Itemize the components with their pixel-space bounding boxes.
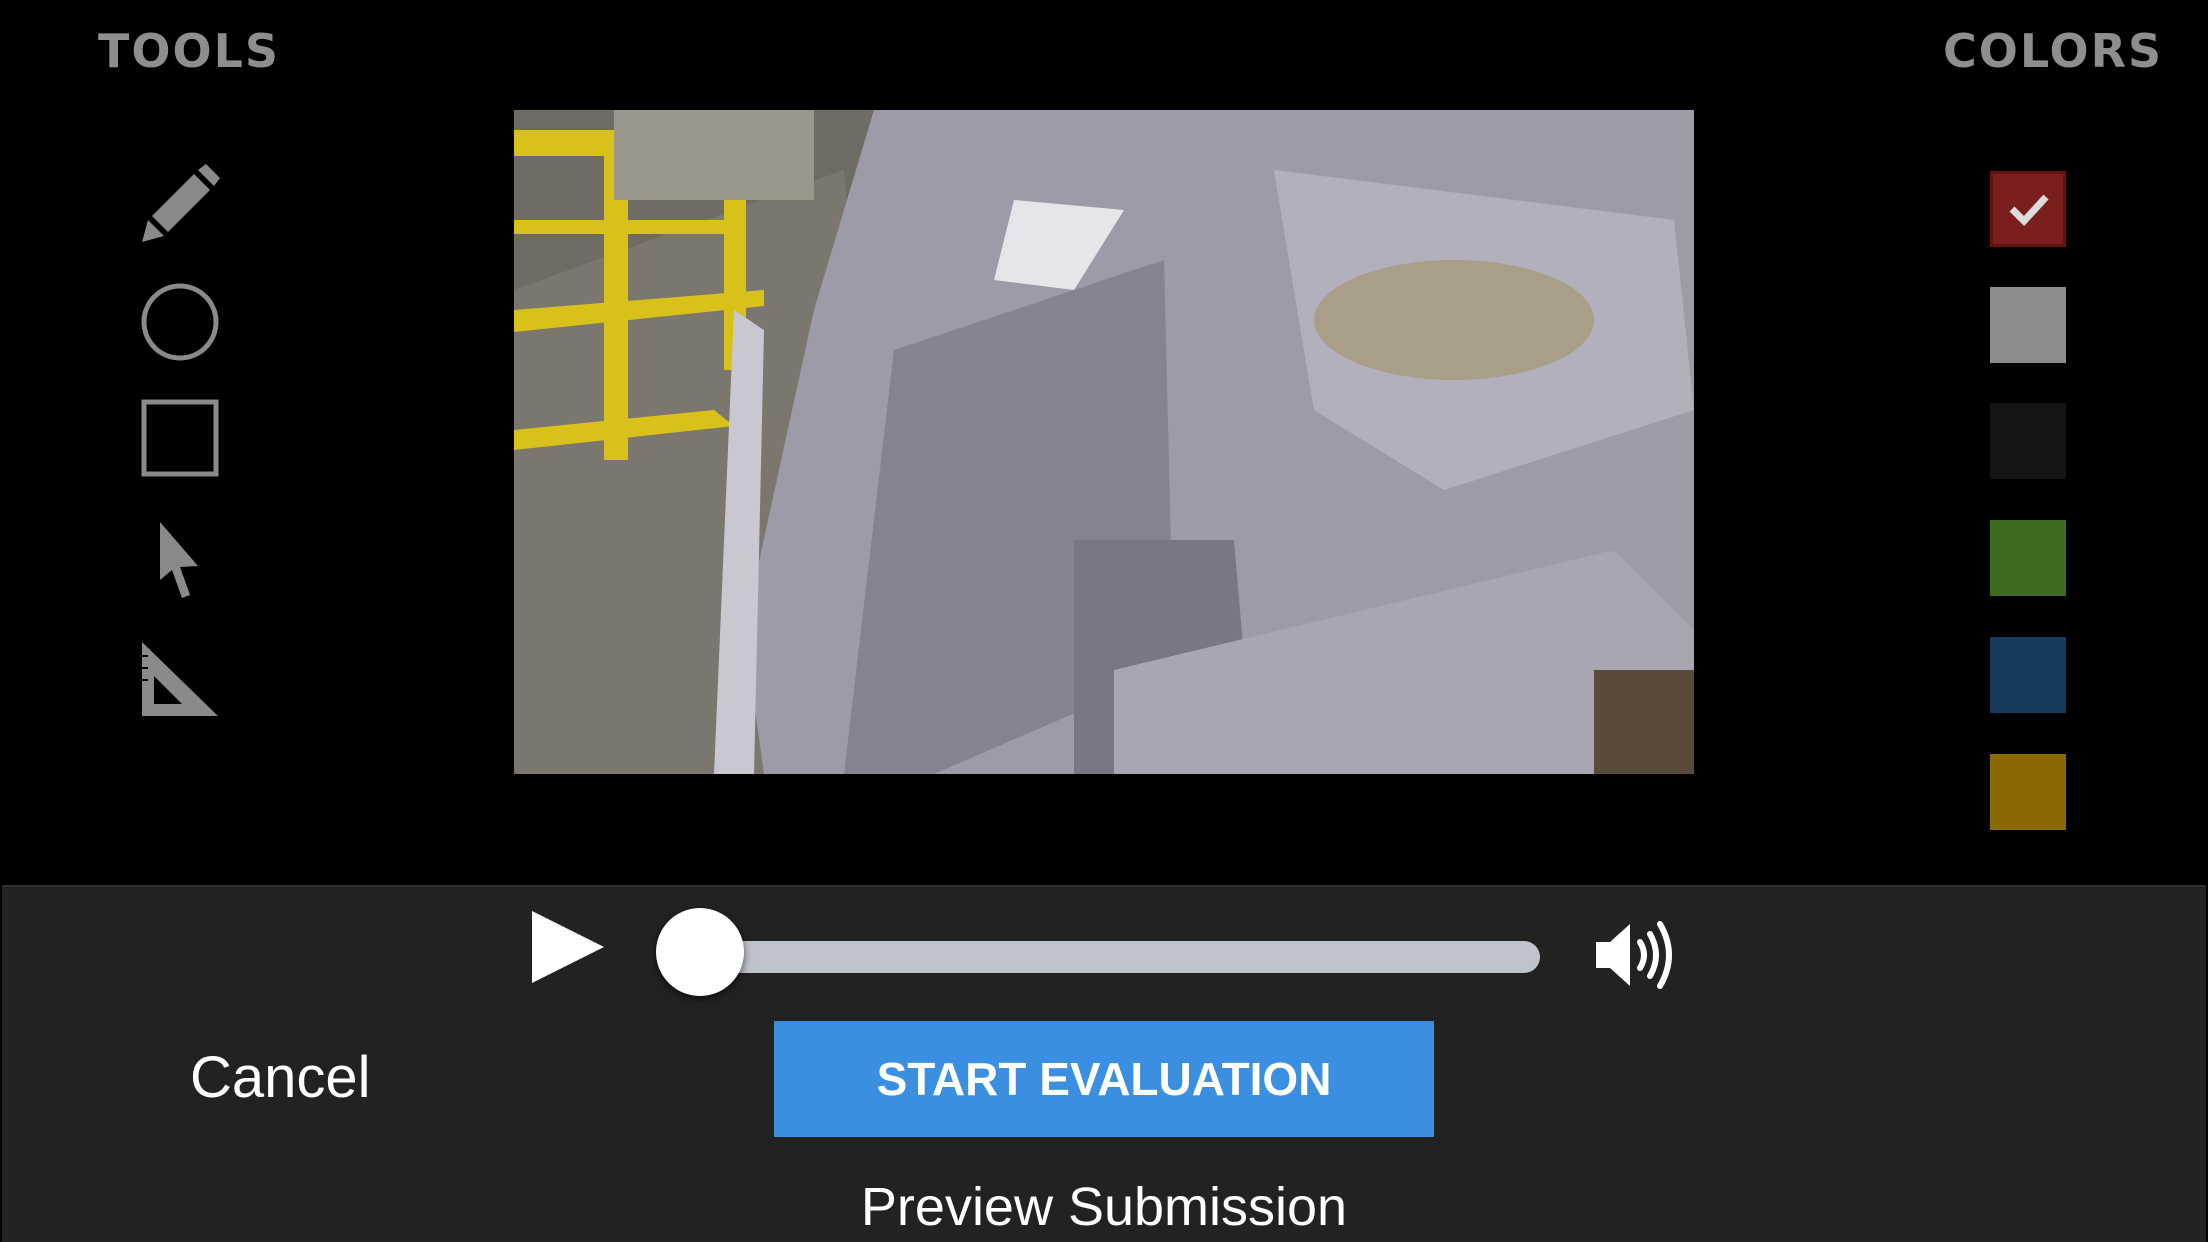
video-still-image [514, 110, 1694, 774]
colors-heading: COLORS [1943, 24, 2164, 78]
color-swatch-yellow[interactable] [1990, 754, 2066, 830]
angle-tool-button[interactable] [136, 636, 224, 724]
tools-heading: TOOLS [98, 24, 281, 78]
app-root: TOOLS COLORS Cancel START EVALUATION Pre… [0, 0, 2208, 1242]
volume-button[interactable] [1592, 912, 1678, 998]
playback-slider-thumb[interactable] [656, 908, 744, 996]
arrow-pointer-icon [160, 522, 198, 598]
color-swatch-blue[interactable] [1990, 637, 2066, 713]
color-swatch-green[interactable] [1990, 520, 2066, 596]
color-swatch-gray[interactable] [1990, 287, 2066, 363]
video-frame[interactable] [514, 110, 1694, 774]
playback-slider-track[interactable] [698, 941, 1540, 973]
cancel-button[interactable]: Cancel [190, 1044, 371, 1111]
circle-icon [141, 283, 219, 361]
play-button[interactable] [524, 905, 610, 991]
rectangle-tool-button[interactable] [136, 394, 224, 482]
color-swatch-black[interactable] [1990, 403, 2066, 479]
pencil-tool-button[interactable] [136, 160, 224, 248]
circle-tool-button[interactable] [136, 278, 224, 366]
color-swatch-red[interactable] [1990, 171, 2066, 247]
pencil-icon [142, 164, 220, 242]
checkmark-icon [2009, 194, 2049, 227]
play-icon [532, 911, 604, 983]
start-evaluation-button[interactable]: START EVALUATION [774, 1021, 1434, 1137]
set-square-icon [142, 642, 218, 716]
square-icon [141, 399, 219, 477]
volume-icon [1596, 921, 1672, 989]
pointer-tool-button[interactable] [136, 518, 224, 606]
preview-submission-link[interactable]: Preview Submission [0, 1176, 2208, 1238]
